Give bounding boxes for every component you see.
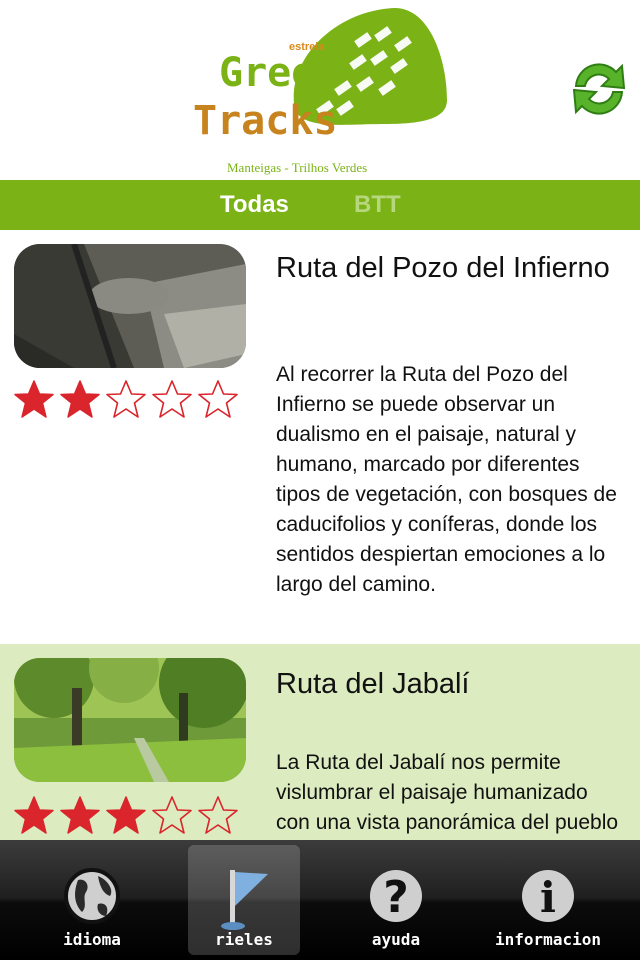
tab-label: rieles — [215, 930, 273, 949]
svg-text:?: ? — [383, 872, 409, 923]
info-icon: i — [522, 870, 574, 922]
route-title: Ruta del Jabalí — [276, 668, 470, 700]
tab-btt[interactable]: BTT — [354, 180, 401, 230]
tab-rieles[interactable]: rieles — [188, 845, 300, 955]
star-filled-icon — [14, 796, 54, 834]
route-title: Ruta del Pozo del Infierno — [276, 252, 610, 284]
star-empty-icon — [106, 380, 146, 418]
star-empty-icon — [152, 796, 192, 834]
logo-line1: Green — [219, 50, 339, 96]
route-thumbnail — [14, 244, 246, 368]
tab-idioma[interactable]: idioma — [36, 840, 148, 960]
route-thumbnail — [14, 658, 246, 782]
star-empty-icon — [198, 796, 238, 834]
question-icon: ? — [370, 870, 422, 923]
tab-informacion[interactable]: i informacion — [492, 840, 604, 960]
refresh-icon[interactable] — [566, 56, 632, 122]
star-empty-icon — [152, 380, 192, 418]
route-description: Al recorrer la Ruta del Pozo del Infiern… — [276, 363, 617, 596]
bottom-tab-bar: idioma rieles ? ayuda i informacion — [0, 840, 640, 960]
route-item-pozo-del-infierno[interactable]: Ruta del Pozo del Infierno Al recorrer l… — [0, 230, 640, 644]
flag-icon — [221, 870, 268, 930]
globe-icon — [64, 868, 120, 924]
star-filled-icon — [60, 796, 100, 834]
star-filled-icon — [106, 796, 146, 834]
star-filled-icon — [14, 380, 54, 418]
tab-todas[interactable]: Todas — [220, 180, 289, 230]
logo-line2: Tracks — [193, 98, 338, 144]
tab-label: informacion — [495, 930, 601, 949]
rating-stars — [12, 794, 248, 838]
route-description: La Ruta del Jabalí nos permite vislumbra… — [276, 751, 619, 834]
app-header: estrela Green Tracks Manteigas - Trilhos… — [0, 0, 640, 180]
route-list[interactable]: Ruta del Pozo del Infierno Al recorrer l… — [0, 230, 640, 840]
filter-tabs: Todas BTT — [0, 180, 640, 230]
star-filled-icon — [60, 380, 100, 418]
route-item-jabali[interactable]: Ruta del Jabalí La Ruta del Jabalí nos p… — [0, 644, 640, 840]
svg-text:i: i — [540, 873, 556, 922]
rating-stars — [12, 378, 248, 422]
green-tracks-logo: estrela Green Tracks Manteigas - Trilhos… — [193, 8, 447, 175]
tab-ayuda[interactable]: ? ayuda — [340, 840, 452, 960]
star-empty-icon — [198, 380, 238, 418]
logo-tagline: Manteigas - Trilhos Verdes — [227, 160, 367, 175]
tab-label: ayuda — [371, 930, 421, 949]
tab-label: idioma — [63, 930, 121, 949]
